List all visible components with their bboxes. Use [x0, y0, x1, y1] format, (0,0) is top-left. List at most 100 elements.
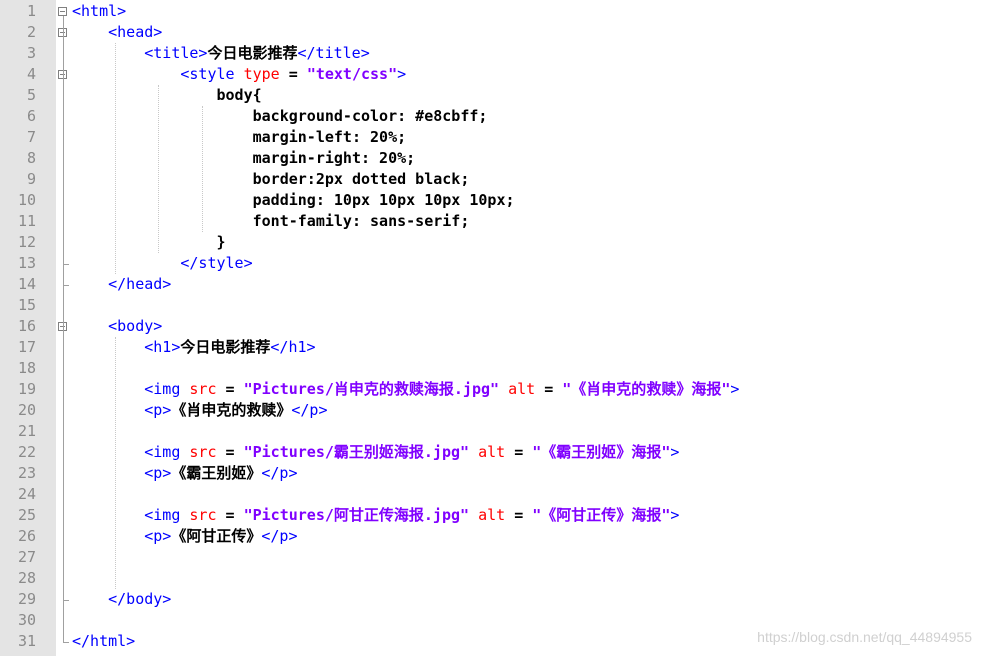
code-line[interactable]: 20 <p>《肖申克的救赎》</p>: [0, 400, 982, 421]
code-line[interactable]: 15: [0, 295, 982, 316]
token-sp: [72, 65, 180, 83]
line-number: 2: [26, 23, 36, 41]
token-txt: 今日电影推荐: [180, 338, 271, 356]
fold-toggle-icon[interactable]: [58, 7, 67, 16]
line-number: 20: [17, 401, 36, 419]
token-attr: src: [189, 380, 217, 398]
code-line[interactable]: 24: [0, 484, 982, 505]
token-css: =: [505, 443, 533, 461]
code-line[interactable]: 14 </head>: [0, 274, 982, 295]
code-text: <title>今日电影推荐</title>: [72, 43, 370, 64]
code-line[interactable]: 4 <style type = "text/css">: [0, 64, 982, 85]
code-text: <p>《霸王别姬》</p>: [72, 463, 297, 484]
code-line[interactable]: 2 <head>: [0, 22, 982, 43]
line-number: 3: [26, 44, 36, 62]
token-css: }: [216, 233, 226, 251]
code-text: margin-right: 20%;: [72, 148, 416, 169]
token-txt: 今日电影推荐: [207, 44, 298, 62]
code-line[interactable]: 17 <h1>今日电影推荐</h1>: [0, 337, 982, 358]
code-line[interactable]: 6 background-color: #e8cbff;: [0, 106, 982, 127]
token-css: =: [216, 380, 244, 398]
token-sp: [72, 44, 144, 62]
code-line[interactable]: 8 margin-right: 20%;: [0, 148, 982, 169]
code-line[interactable]: 28: [0, 568, 982, 589]
fold-end-tick: [63, 600, 69, 601]
token-tag: >: [670, 506, 680, 524]
token-sp: [72, 149, 253, 167]
line-number: 26: [17, 527, 36, 545]
token-sp: [72, 212, 253, 230]
code-text: body{: [72, 85, 262, 106]
line-number: 18: [17, 359, 36, 377]
token-attr: src: [189, 506, 217, 524]
code-text: background-color: #e8cbff;: [72, 106, 488, 127]
token-tag: <p>: [144, 464, 172, 482]
line-number: 23: [17, 464, 36, 482]
code-line[interactable]: 22 <img src = "Pictures/霸王别姬海报.jpg" alt …: [0, 442, 982, 463]
code-text: <img src = "Pictures/阿甘正传海报.jpg" alt = "…: [72, 505, 679, 526]
code-text: </html>: [72, 631, 135, 652]
code-line[interactable]: 16 <body>: [0, 316, 982, 337]
line-number: 29: [17, 590, 36, 608]
code-line[interactable]: 19 <img src = "Pictures/肖申克的救赎海报.jpg" al…: [0, 379, 982, 400]
code-line[interactable]: 10 padding: 10px 10px 10px 10px;: [0, 190, 982, 211]
line-number: 6: [26, 107, 36, 125]
indent-guide: [115, 43, 117, 274]
code-line[interactable]: 25 <img src = "Pictures/阿甘正传海报.jpg" alt …: [0, 505, 982, 526]
line-number: 27: [17, 548, 36, 566]
token-tag: </p>: [261, 527, 298, 545]
code-line[interactable]: 3 <title>今日电影推荐</title>: [0, 43, 982, 64]
code-line[interactable]: 12 }: [0, 232, 982, 253]
line-number: 8: [26, 149, 36, 167]
token-txt: 《肖申克的救赎》: [171, 401, 292, 419]
code-line[interactable]: 1 <html>: [0, 1, 982, 22]
code-text: }: [72, 232, 226, 253]
code-line[interactable]: 9 border:2px dotted black;: [0, 169, 982, 190]
token-css: =: [505, 506, 533, 524]
code-text: <head>: [72, 22, 162, 43]
token-sp: [72, 107, 253, 125]
token-css: padding: 10px 10px 10px 10px;: [252, 191, 515, 209]
token-sp: [72, 233, 217, 251]
code-line[interactable]: 30: [0, 610, 982, 631]
code-line[interactable]: 13 </style>: [0, 253, 982, 274]
token-str: "《阿甘正传》海报": [532, 506, 671, 524]
code-text: <p>《阿甘正传》</p>: [72, 526, 297, 547]
line-number: 31: [17, 632, 36, 650]
token-str: "《霸王别姬》海报": [532, 443, 671, 461]
token-css: =: [216, 443, 244, 461]
token-tag: <img: [144, 443, 190, 461]
code-text: border:2px dotted black;: [72, 169, 470, 190]
token-tag: <h1>: [144, 338, 181, 356]
line-number: 12: [17, 233, 36, 251]
code-text: </style>: [72, 253, 252, 274]
token-css: background-color: #e8cbff;: [252, 107, 488, 125]
code-line[interactable]: 7 margin-left: 20%;: [0, 127, 982, 148]
line-number: 17: [17, 338, 36, 356]
token-tag: <title>: [144, 44, 208, 62]
token-css: [469, 506, 478, 524]
token-attr: alt: [478, 443, 506, 461]
code-line[interactable]: 21: [0, 421, 982, 442]
token-tag: >: [670, 443, 680, 461]
code-line[interactable]: 23 <p>《霸王别姬》</p>: [0, 463, 982, 484]
token-sp: [72, 338, 144, 356]
line-number: 14: [17, 275, 36, 293]
line-number: 25: [17, 506, 36, 524]
token-tag: </h1>: [270, 338, 316, 356]
code-text: padding: 10px 10px 10px 10px;: [72, 190, 515, 211]
code-line[interactable]: 5 body{: [0, 85, 982, 106]
token-css: [499, 380, 508, 398]
code-text: <img src = "Pictures/肖申克的救赎海报.jpg" alt =…: [72, 379, 739, 400]
token-tag: </title>: [297, 44, 370, 62]
code-line[interactable]: 26 <p>《阿甘正传》</p>: [0, 526, 982, 547]
indent-guide: [115, 337, 117, 589]
code-line[interactable]: 29 </body>: [0, 589, 982, 610]
token-css: =: [279, 65, 307, 83]
code-line[interactable]: 27: [0, 547, 982, 568]
token-tag: >: [397, 65, 407, 83]
code-line[interactable]: 18: [0, 358, 982, 379]
token-css: margin-right: 20%;: [252, 149, 416, 167]
code-text: font-family: sans-serif;: [72, 211, 470, 232]
code-line[interactable]: 11 font-family: sans-serif;: [0, 211, 982, 232]
